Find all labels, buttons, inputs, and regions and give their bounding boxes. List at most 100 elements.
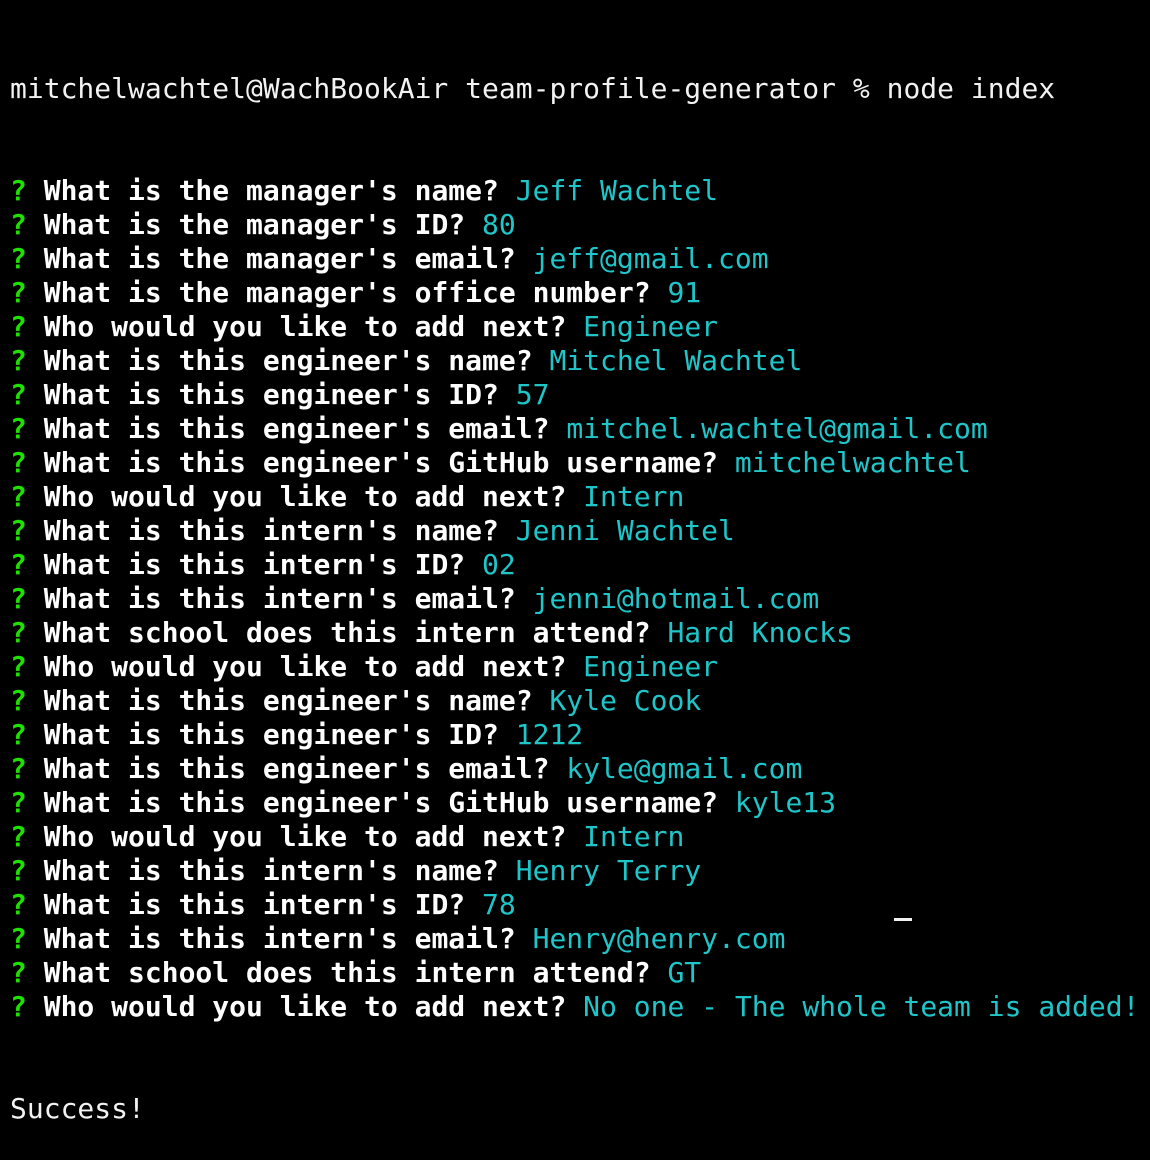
prompt-marker: ? — [10, 616, 27, 649]
prompt-question: Who would you like to add next? — [43, 820, 567, 853]
prompt-answer: mitchelwachtel — [734, 446, 971, 479]
prompt-answer: kyle@gmail.com — [566, 752, 803, 785]
prompt-marker: ? — [10, 276, 27, 309]
prompt-marker: ? — [10, 242, 27, 275]
prompt-line: ? What is this engineer's email? mitchel… — [10, 412, 1150, 446]
prompt-answer: mitchel.wachtel@gmail.com — [566, 412, 988, 445]
prompt-marker: ? — [10, 548, 27, 581]
prompt-line: ? What is this intern's ID? 02 — [10, 548, 1150, 582]
prompt-line: ? What is the manager's email? jeff@gmai… — [10, 242, 1150, 276]
prompt-answer: Intern — [583, 820, 685, 853]
prompt-marker: ? — [10, 174, 27, 207]
prompt-answer: 57 — [515, 378, 550, 411]
prompt-line: ? What is this intern's name? Henry Terr… — [10, 854, 1150, 888]
text-cursor[interactable] — [894, 918, 912, 921]
prompt-answer: Engineer — [583, 650, 719, 683]
prompt-question: What is this engineer's email? — [43, 752, 550, 785]
prompt-answer: Kyle Cook — [549, 684, 702, 717]
prompt-list: ? What is the manager's name? Jeff Wacht… — [10, 174, 1150, 1024]
prompt-question: What is this intern's email? — [43, 922, 516, 955]
prompt-marker: ? — [10, 514, 27, 547]
prompt-line: ? Who would you like to add next? Intern — [10, 820, 1150, 854]
prompt-question: What is the manager's email? — [43, 242, 516, 275]
prompt-answer: Mitchel Wachtel — [549, 344, 803, 377]
prompt-question: What school does this intern attend? — [43, 616, 651, 649]
prompt-marker: ? — [10, 956, 27, 989]
prompt-line: ? What is this engineer's GitHub usernam… — [10, 446, 1150, 480]
prompt-question: What is this intern's email? — [43, 582, 516, 615]
success-message: Success! — [10, 1092, 145, 1125]
prompt-question: What is this engineer's GitHub username? — [43, 446, 719, 479]
prompt-question: Who would you like to add next? — [43, 650, 567, 683]
prompt-line: ? What is this intern's ID? 78 — [10, 888, 1150, 922]
prompt-line: ? What is this intern's email? jenni@hot… — [10, 582, 1150, 616]
prompt-line: ? What is this engineer's name? Kyle Coo… — [10, 684, 1150, 718]
prompt-answer: kyle13 — [734, 786, 837, 819]
prompt-question: What is this engineer's ID? — [43, 718, 499, 751]
prompt-question: Who would you like to add next? — [43, 990, 567, 1023]
prompt-marker: ? — [10, 310, 27, 343]
prompt-answer: 91 — [667, 276, 702, 309]
prompt-answer: Jenni Wachtel — [515, 514, 735, 547]
prompt-marker: ? — [10, 718, 27, 751]
prompt-answer: GT — [667, 956, 702, 989]
prompt-marker: ? — [10, 888, 27, 921]
prompt-question: What is this intern's ID? — [43, 548, 466, 581]
prompt-line: ? What is this engineer's email? kyle@gm… — [10, 752, 1150, 786]
prompt-marker: ? — [10, 650, 27, 683]
prompt-question: What is this engineer's GitHub username? — [43, 786, 719, 819]
prompt-answer: Intern — [583, 480, 685, 513]
command-line: mitchelwachtel@WachBookAir team-profile-… — [10, 72, 1056, 105]
prompt-marker: ? — [10, 854, 27, 887]
prompt-answer: 78 — [482, 888, 516, 921]
prompt-question: What is the manager's name? — [43, 174, 499, 207]
prompt-answer: 02 — [482, 548, 516, 581]
prompt-marker: ? — [10, 922, 27, 955]
prompt-question: What is the manager's ID? — [43, 208, 466, 241]
prompt-marker: ? — [10, 412, 27, 445]
prompt-line: ? Who would you like to add next? Engine… — [10, 650, 1150, 684]
prompt-answer: Hard Knocks — [667, 616, 853, 649]
prompt-marker: ? — [10, 990, 27, 1023]
prompt-marker: ? — [10, 684, 27, 717]
prompt-line: ? What school does this intern attend? G… — [10, 956, 1150, 990]
prompt-marker: ? — [10, 786, 27, 819]
prompt-marker: ? — [10, 446, 27, 479]
prompt-line: ? What is this engineer's name? Mitchel … — [10, 344, 1150, 378]
prompt-line: ? What is this intern's name? Jenni Wach… — [10, 514, 1150, 548]
prompt-answer: No one - The whole team is added! — [583, 990, 1140, 1023]
prompt-marker: ? — [10, 752, 27, 785]
prompt-answer: 80 — [482, 208, 516, 241]
prompt-answer: Engineer — [583, 310, 719, 343]
prompt-line: ? What is this engineer's ID? 1212 — [10, 718, 1150, 752]
prompt-marker: ? — [10, 208, 27, 241]
prompt-question: What is this intern's ID? — [43, 888, 466, 921]
prompt-answer: Jeff Wachtel — [515, 174, 719, 207]
prompt-answer: Henry Terry — [515, 854, 702, 887]
prompt-question: What is this engineer's email? — [43, 412, 550, 445]
prompt-question: What is this intern's name? — [43, 514, 499, 547]
prompt-question: What is this engineer's ID? — [43, 378, 499, 411]
prompt-answer: 1212 — [515, 718, 584, 751]
prompt-question: What is this engineer's name? — [43, 344, 533, 377]
prompt-marker: ? — [10, 820, 27, 853]
prompt-line: ? What is this engineer's ID? 57 — [10, 378, 1150, 412]
prompt-question: What is this intern's name? — [43, 854, 499, 887]
prompt-line: ? What is the manager's name? Jeff Wacht… — [10, 174, 1150, 208]
prompt-question: What is this engineer's name? — [43, 684, 533, 717]
terminal-window[interactable]: mitchelwachtel@WachBookAir team-profile-… — [0, 0, 1150, 1125]
prompt-answer: jeff@gmail.com — [532, 242, 769, 275]
prompt-answer: Henry@henry.com — [532, 922, 786, 955]
prompt-marker: ? — [10, 582, 27, 615]
prompt-line: ? Who would you like to add next? Engine… — [10, 310, 1150, 344]
prompt-marker: ? — [10, 480, 27, 513]
prompt-question: Who would you like to add next? — [43, 480, 567, 513]
prompt-marker: ? — [10, 378, 27, 411]
prompt-line: ? What is the manager's office number? 9… — [10, 276, 1150, 310]
prompt-question: Who would you like to add next? — [43, 310, 567, 343]
prompt-line: ? Who would you like to add next? No one… — [10, 990, 1150, 1024]
prompt-question: What school does this intern attend? — [43, 956, 651, 989]
prompt-line: ? What is the manager's ID? 80 — [10, 208, 1150, 242]
prompt-line: ? What school does this intern attend? H… — [10, 616, 1150, 650]
prompt-answer: jenni@hotmail.com — [532, 582, 820, 615]
